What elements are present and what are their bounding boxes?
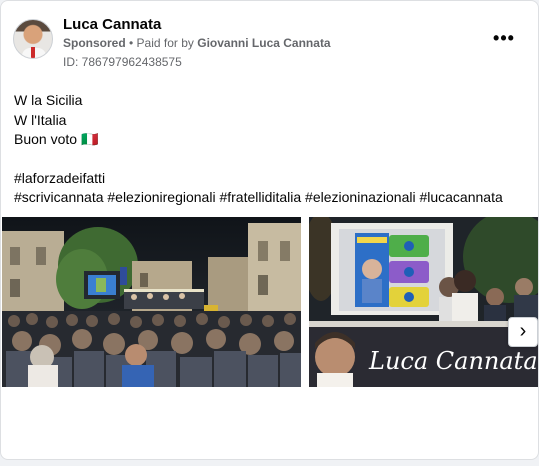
ellipsis-icon[interactable]: ••• xyxy=(492,29,516,49)
author-avatar[interactable] xyxy=(13,19,53,59)
hashtag-line[interactable]: #scrivicannata #elezioniregionali #frate… xyxy=(14,188,503,208)
banner-name-text: Luca Cannata xyxy=(368,347,538,375)
sponsored-info: Sponsored • Paid for by Giovanni Luca Ca… xyxy=(63,36,331,50)
ad-id: ID: 786797962438575 xyxy=(63,55,182,69)
post-text-line: Buon voto 🇮🇹 xyxy=(14,131,99,147)
paid-for-label: • Paid for by xyxy=(125,36,198,50)
post-text-line: W l'Italia xyxy=(14,111,67,128)
author-name[interactable]: Luca Cannata xyxy=(63,16,161,33)
chevron-right-icon[interactable]: › xyxy=(508,317,538,347)
post-text-line: W la Sicilia xyxy=(14,92,83,108)
post-header: Luca Cannata Sponsored • Paid for by Gio… xyxy=(13,13,526,73)
post-text: W la Sicilia W l'Italia Buon voto 🇮🇹 #la… xyxy=(14,91,503,208)
sponsored-post-card: Luca Cannata Sponsored • Paid for by Gio… xyxy=(0,0,539,460)
hashtag-line[interactable]: #laforzadeifatti xyxy=(14,169,503,189)
carousel-image-stage-banner[interactable]: Luca Cannata xyxy=(309,217,538,387)
carousel-image-rally-crowd[interactable] xyxy=(2,217,301,387)
sponsored-label: Sponsored xyxy=(63,36,126,50)
image-carousel: Luca Cannata › xyxy=(1,217,538,387)
payer-name[interactable]: Giovanni Luca Cannata xyxy=(197,36,330,50)
